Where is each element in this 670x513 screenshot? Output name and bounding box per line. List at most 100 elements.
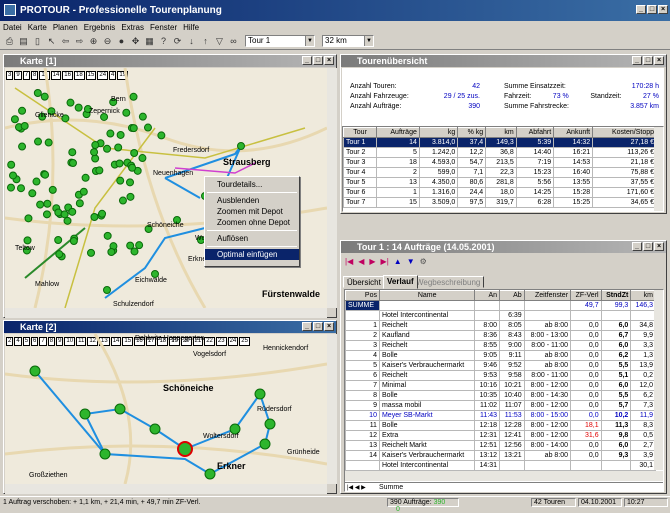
column-header[interactable]: kg xyxy=(418,127,459,138)
route-stop-marker[interactable] xyxy=(79,408,91,420)
column-header[interactable]: Abfahrt xyxy=(515,127,555,138)
order-marker[interactable] xyxy=(157,131,166,140)
zoom-in-icon[interactable]: ⊕ xyxy=(87,35,100,48)
order-marker[interactable] xyxy=(118,196,127,205)
globe-icon[interactable]: ● xyxy=(115,35,128,48)
column-header[interactable]: Ab xyxy=(499,290,525,301)
table-row[interactable]: Tour 7 15 3.509,0 97,5 319,7 6:28 15:25 34,65 € xyxy=(343,197,657,208)
order-marker[interactable] xyxy=(98,209,107,218)
sort-desc-icon[interactable]: ↑ xyxy=(199,35,212,48)
order-marker[interactable] xyxy=(91,154,100,163)
minimize-button[interactable]: _ xyxy=(632,242,642,251)
table-row[interactable]: 10 Meyer SB-Markt 11:43 11:53 8:00 - 15:00 0,… xyxy=(345,410,656,421)
order-marker[interactable] xyxy=(90,148,99,157)
horizontal-scrollbar[interactable] xyxy=(5,308,327,318)
menu-item[interactable]: Planen xyxy=(53,22,78,33)
refresh-icon[interactable]: ⟳ xyxy=(171,35,184,48)
filter-icon[interactable]: ▽ xyxy=(213,35,226,48)
route-stop-marker[interactable] xyxy=(259,438,271,450)
order-marker[interactable] xyxy=(103,144,112,153)
order-marker[interactable] xyxy=(90,213,99,222)
route-stop-marker[interactable] xyxy=(103,286,111,294)
vertical-scrollbar[interactable] xyxy=(327,68,337,308)
tab-wegbeschreibung[interactable]: Wegbeschreibung xyxy=(412,276,485,288)
maximize-button[interactable]: □ xyxy=(643,56,653,65)
order-marker[interactable] xyxy=(32,177,41,186)
order-marker[interactable] xyxy=(33,89,42,98)
column-header[interactable]: Name xyxy=(378,290,476,301)
close-button[interactable]: × xyxy=(654,56,664,65)
grid-icon[interactable]: ▦ xyxy=(143,35,156,48)
table-row[interactable]: 3 Reichelt 8:55 9:00 8:00 - 11:00 0,0 6,0 3,3 xyxy=(345,340,656,351)
vertical-scrollbar[interactable] xyxy=(327,334,337,484)
order-marker[interactable] xyxy=(95,166,104,175)
vertical-scrollbar[interactable] xyxy=(654,290,663,470)
order-marker[interactable] xyxy=(129,92,138,101)
order-marker[interactable] xyxy=(44,138,53,147)
route-stop-marker[interactable] xyxy=(99,448,111,460)
order-marker[interactable] xyxy=(10,115,19,124)
table-row[interactable]: Hotel Intercontinental 14:31 30,1 xyxy=(345,460,656,471)
close-button[interactable]: × xyxy=(324,322,334,331)
menu-item[interactable]: Fenster xyxy=(150,22,177,33)
column-header[interactable]: Ankunft xyxy=(553,127,594,138)
route-stop-marker[interactable] xyxy=(29,365,41,377)
order-marker[interactable] xyxy=(42,210,51,219)
order-marker[interactable] xyxy=(103,231,112,240)
order-marker[interactable] xyxy=(91,141,100,150)
order-marker[interactable] xyxy=(128,163,137,172)
binoculars-icon[interactable]: ∞ xyxy=(227,35,240,48)
order-marker[interactable] xyxy=(135,241,144,250)
settings-icon[interactable]: ⚙ xyxy=(420,257,427,266)
next-icon[interactable]: ▶ xyxy=(369,257,375,266)
order-marker[interactable] xyxy=(55,250,64,259)
table-row[interactable]: Tour 1 14 3.814,0 37,4 149,3 5:39 14:32 27,18 € xyxy=(343,137,657,148)
order-marker[interactable] xyxy=(6,183,15,192)
menu-item[interactable]: Extras xyxy=(121,22,144,33)
order-marker[interactable] xyxy=(20,121,29,130)
column-header[interactable]: Kosten/Stopp xyxy=(592,127,657,138)
route-stop-marker[interactable] xyxy=(237,142,245,150)
close-button[interactable]: × xyxy=(324,56,334,65)
table-row[interactable]: Tour 3 18 4.593,0 54,7 213,5 7:19 14:53 21,18 € xyxy=(343,157,657,168)
down-icon[interactable]: ▼ xyxy=(407,257,415,266)
column-header[interactable]: km xyxy=(485,127,517,138)
maximize-button[interactable]: □ xyxy=(313,322,323,331)
order-marker[interactable] xyxy=(106,129,115,138)
column-header[interactable]: % kg xyxy=(457,127,487,138)
order-marker[interactable] xyxy=(40,92,49,101)
order-marker[interactable] xyxy=(43,199,52,208)
order-marker[interactable] xyxy=(36,200,45,209)
order-marker[interactable] xyxy=(107,248,116,257)
table-row[interactable]: Tour 6 1 1.316,0 24,4 18,0 14:25 15:28 171,60 € xyxy=(343,187,657,198)
order-marker[interactable] xyxy=(7,160,16,169)
preview-icon[interactable]: ▤ xyxy=(17,35,30,48)
pointer-icon[interactable]: ↖ xyxy=(45,35,58,48)
column-header[interactable]: Zeitfenster xyxy=(523,290,572,301)
column-header[interactable]: Tour xyxy=(343,127,378,138)
order-marker[interactable] xyxy=(116,130,125,139)
menu-item[interactable]: Karte xyxy=(28,22,47,33)
table-row[interactable]: Tour 5 13 4.350,0 80,6 281,8 5:56 13:55 37,55 € xyxy=(343,177,657,188)
table-row[interactable]: 8 Bolle 10:35 10:40 8:00 - 14:30 0,0 5,5 6,2 xyxy=(345,390,656,401)
order-marker[interactable] xyxy=(138,154,147,163)
order-marker[interactable] xyxy=(23,236,32,245)
order-marker[interactable] xyxy=(74,103,83,112)
horizontal-scrollbar[interactable] xyxy=(5,484,327,494)
table-row[interactable]: Tour 4 2 599,0 7,1 22,3 15:23 16:40 75,88 € xyxy=(343,167,657,178)
column-header[interactable]: Pos xyxy=(345,290,380,301)
order-marker[interactable] xyxy=(81,173,90,182)
column-header[interactable]: ZF-Verl xyxy=(570,290,602,301)
order-marker[interactable] xyxy=(66,98,75,107)
table-row[interactable]: 6 Reichelt 9:53 9:58 8:00 - 11:00 0,0 5,1 0,2 xyxy=(345,370,656,381)
route-stop-marker[interactable] xyxy=(114,403,126,415)
table-row[interactable]: 11 Bolle 12:18 12:28 8:00 - 12:00 18,1 11,3 8,3 xyxy=(345,420,656,431)
context-menu-item[interactable]: Tourdetails... xyxy=(205,179,299,190)
arrow-left-icon[interactable]: ⇦ xyxy=(59,35,72,48)
order-marker[interactable] xyxy=(129,124,138,133)
help-icon[interactable]: ? xyxy=(157,35,170,48)
order-marker[interactable] xyxy=(116,176,125,185)
table-row[interactable]: 5 Kaiser's Verbrauchermarkt 9:46 9:52 ab 8:0… xyxy=(345,360,656,371)
context-menu-item[interactable]: Ausblenden xyxy=(205,195,299,206)
order-marker[interactable] xyxy=(18,142,27,151)
